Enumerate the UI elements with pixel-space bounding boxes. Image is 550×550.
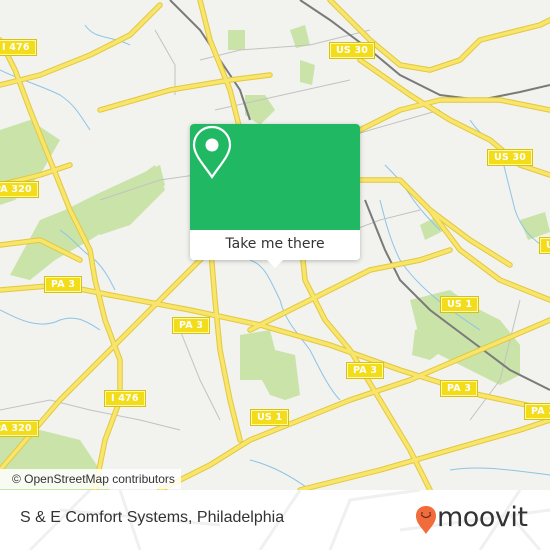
moovit-wordmark: moovit [437,502,528,533]
shield-pa3-center: PA 3 [345,362,385,379]
stream [449,467,550,476]
stream [0,309,101,331]
shield-us1-bottom: US 1 [249,409,290,426]
shield-pa3-left: PA 3 [43,276,83,293]
shield-us30-top: US 30 [328,42,376,59]
park-area [300,60,315,85]
moovit-pin-smile-icon [416,506,436,534]
shield-i476-bottom: I 476 [104,390,146,407]
shield-us30-right: US 30 [486,149,534,166]
shield-pa3-far-right: PA 3 [523,403,550,420]
shield-pa3-right: PA 3 [439,380,479,397]
popup-pointer [266,259,284,268]
shield-us1-right: US 1 [439,296,480,313]
park-area [520,212,550,240]
park-area [240,330,300,400]
location-popup: Take me there [190,124,360,268]
shield-us1-right-top: US 1 [538,237,550,254]
take-me-there-button[interactable]: Take me there [190,230,360,260]
map-pin-icon [192,125,232,179]
map-view[interactable]: I 476 US 30 PA 320 US 30 PA 3 US 1 PA 3 … [0,0,550,490]
popup-header [190,124,360,230]
park-area [290,25,310,48]
railway-line [169,0,251,121]
park-area [228,30,245,50]
map-attribution[interactable]: © OpenStreetMap contributors [0,469,181,489]
shield-i476-top: I 476 [0,39,37,56]
shield-pa320-bottom: PA 320 [0,420,39,437]
stream [84,24,131,46]
shield-pa3-mid: PA 3 [171,317,211,334]
place-name: S & E Comfort Systems, Philadelphia [20,509,285,526]
shield-pa320-left: PA 320 [0,181,39,198]
stream [249,459,311,490]
footer-bar: S & E Comfort Systems, Philadelphia moov… [0,490,550,550]
road [198,0,242,132]
moovit-logo[interactable]: moovit [415,502,545,538]
